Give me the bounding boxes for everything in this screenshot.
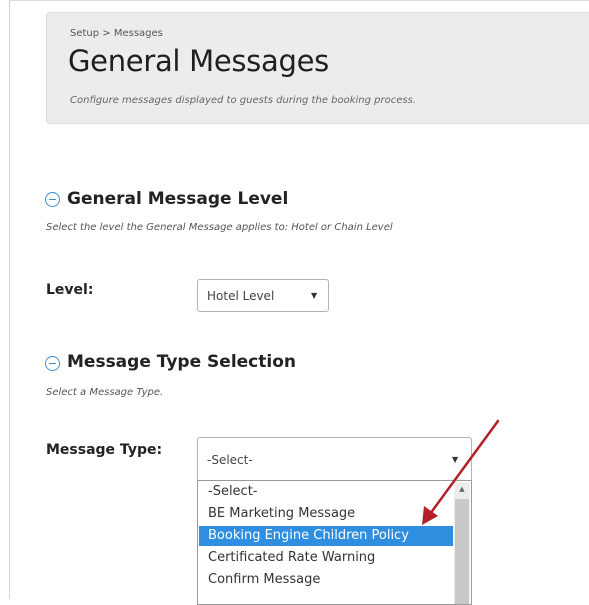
collapse-minus-icon[interactable]	[45, 192, 60, 207]
frame-border-top	[9, 0, 589, 1]
section-title-message-type: Message Type Selection	[67, 352, 296, 372]
page-subtitle: Configure messages displayed to guests d…	[70, 95, 416, 106]
dropdown-option[interactable]: Certificated Rate Warning	[199, 548, 453, 568]
page-title: General Messages	[68, 44, 329, 78]
dropdown-option[interactable]: Confirm Message	[199, 570, 453, 590]
dropdown-caret-icon: ▼	[311, 291, 318, 300]
message-type-label: Message Type:	[46, 442, 163, 458]
section-description-level: Select the level the General Message app…	[46, 222, 393, 233]
section-description-message-type: Select a Message Type.	[46, 387, 164, 398]
annotation-arrow-icon	[422, 419, 500, 525]
level-label: Level:	[46, 282, 94, 298]
collapse-minus-icon[interactable]	[45, 356, 60, 371]
section-title-level: General Message Level	[67, 189, 289, 209]
level-select[interactable]: Hotel Level ▼	[197, 279, 329, 312]
level-select-value: Hotel Level	[207, 289, 275, 303]
message-type-select-value: -Select-	[207, 453, 253, 467]
breadcrumb[interactable]: Setup > Messages	[70, 28, 163, 39]
frame-border-left	[9, 0, 10, 599]
